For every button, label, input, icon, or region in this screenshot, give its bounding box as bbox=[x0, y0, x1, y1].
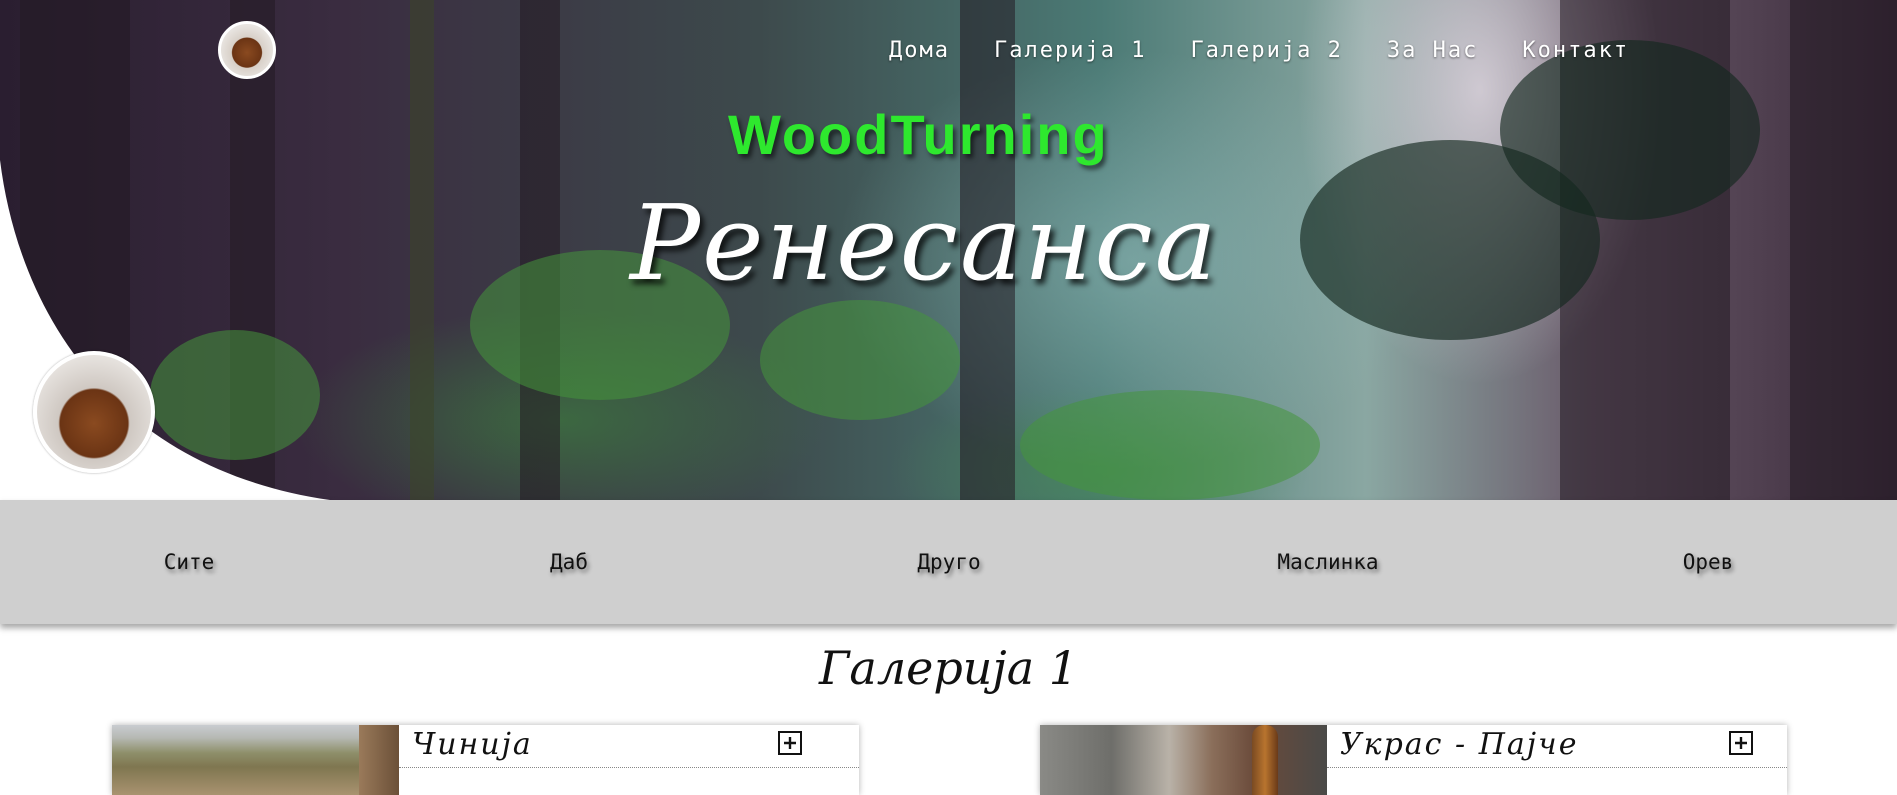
gallery-card[interactable]: Украс - Пајче bbox=[1040, 725, 1787, 795]
divider bbox=[1327, 767, 1787, 768]
category-filter-bar: Сите Даб Друго Маслинка Орев bbox=[0, 500, 1897, 624]
nav-item-home[interactable]: Дома bbox=[889, 38, 950, 63]
gallery-title: Галерија 1 bbox=[818, 641, 1079, 695]
tree-trunk bbox=[520, 0, 560, 500]
filter-walnut[interactable]: Орев bbox=[1683, 550, 1734, 574]
divider bbox=[399, 767, 859, 768]
foliage bbox=[1500, 40, 1760, 220]
card-title: Украс - Пајче bbox=[1340, 727, 1579, 762]
nav-item-contact[interactable]: Контакт bbox=[1522, 38, 1629, 63]
filter-olive[interactable]: Маслинка bbox=[1277, 550, 1378, 574]
tree-trunk bbox=[1790, 0, 1897, 500]
foliage bbox=[760, 300, 960, 420]
foliage bbox=[1020, 390, 1320, 500]
logo-large-icon bbox=[33, 351, 155, 473]
card-image[interactable] bbox=[1040, 725, 1327, 795]
filter-oak[interactable]: Даб bbox=[550, 550, 588, 574]
card-title: Чинија bbox=[412, 727, 533, 762]
hero-subtitle: Ренесанса bbox=[630, 182, 1219, 304]
foliage bbox=[150, 330, 320, 460]
logo-small-icon[interactable] bbox=[218, 21, 276, 79]
main-nav: Дома Галерија 1 Галерија 2 За Нас Контак… bbox=[889, 38, 1629, 63]
hero-banner: Дома Галерија 1 Галерија 2 За Нас Контак… bbox=[0, 0, 1897, 500]
expand-plus-icon[interactable] bbox=[778, 731, 802, 755]
filter-other[interactable]: Друго bbox=[917, 550, 980, 574]
card-image[interactable] bbox=[112, 725, 399, 795]
nav-item-gallery-1[interactable]: Галерија 1 bbox=[994, 38, 1146, 63]
nav-item-about[interactable]: За Нас bbox=[1387, 38, 1478, 63]
brand-title: WoodTurning bbox=[728, 103, 1109, 166]
gallery-card[interactable]: Чинија bbox=[112, 725, 859, 795]
filter-all[interactable]: Сите bbox=[164, 550, 215, 574]
nav-item-gallery-2[interactable]: Галерија 2 bbox=[1190, 38, 1342, 63]
tree-trunk bbox=[410, 0, 434, 500]
expand-plus-icon[interactable] bbox=[1729, 731, 1753, 755]
